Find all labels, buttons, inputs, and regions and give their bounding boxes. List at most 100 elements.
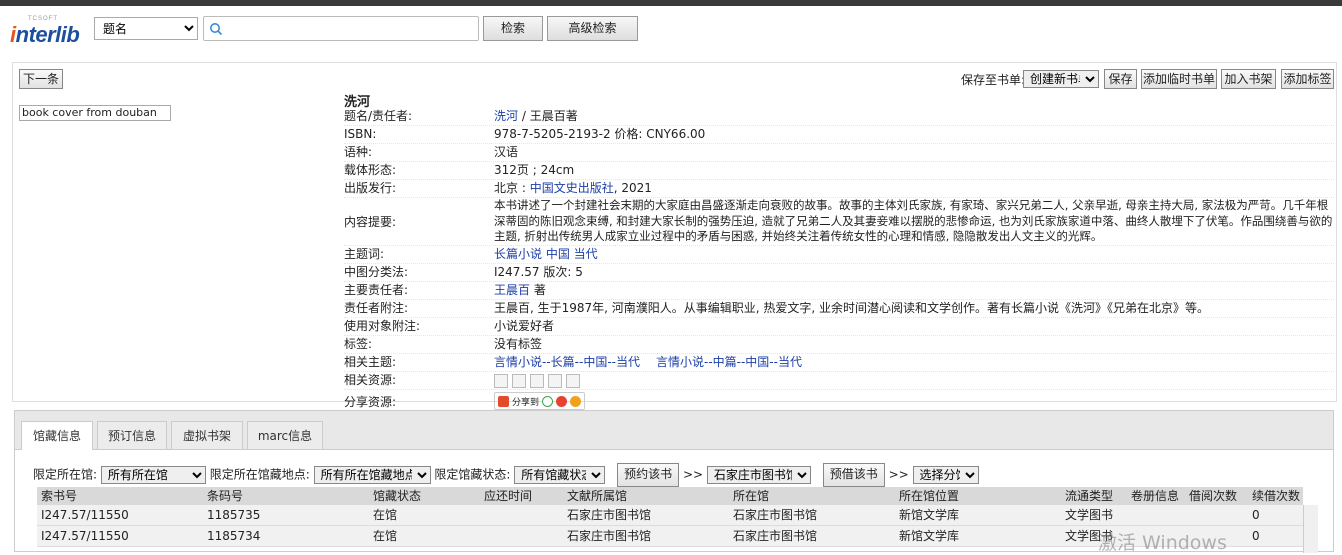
field-label: 标签:: [344, 337, 373, 351]
resource-image-icon[interactable]: [494, 373, 508, 388]
filter-lib-label: 限定所在馆:: [33, 467, 98, 482]
location: 新馆文学库: [899, 508, 960, 522]
column-header: 文献所属馆: [567, 489, 628, 503]
resource-image-icon[interactable]: [566, 373, 580, 388]
field-label: ISBN:: [344, 127, 377, 141]
tab-marc[interactable]: marc信息: [247, 421, 323, 449]
field-row-classification: 中图分类法: I247.57 版次: 5: [344, 264, 1334, 282]
summary-text: 本书讲述了一个封建社会末期的大家庭由昌盛逐渐走向衰败的故事。故事的主体刘氏家族,…: [494, 198, 1333, 243]
interlib-logo[interactable]: TCSOFT interlib: [10, 16, 90, 52]
related-subject-link-2[interactable]: 言情小说--中篇--中国--当代: [656, 355, 802, 369]
book-detail-panel: 下一条 保存至书单: 创建新书单 保存 添加临时书单 加入书架 添加标签 boo…: [12, 62, 1337, 413]
filter-status-label: 限定馆藏状态:: [434, 467, 511, 482]
publisher-link[interactable]: 中国文史出版社: [530, 181, 614, 195]
booklist-select[interactable]: 创建新书单: [1023, 70, 1099, 88]
reserve-button[interactable]: 预约该书: [617, 463, 680, 487]
book-cover-image: book cover from douban: [19, 105, 171, 121]
related-subject-link-1[interactable]: 言情小说--长篇--中国--当代: [494, 355, 640, 369]
field-row-publisher: 出版发行: 北京 : 中国文史出版社, 2021: [344, 180, 1334, 198]
field-row-related-resource: 相关资源:: [344, 372, 1334, 390]
holdings-filter-bar: 限定所在馆: 所有所在馆 限定所在馆藏地点: 所有所在馆藏地点 限定馆藏状态: …: [33, 463, 979, 487]
volume-info: [1127, 505, 1185, 525]
cover-alt-text: book cover from douban: [22, 106, 157, 119]
search-button[interactable]: 检索: [483, 16, 543, 41]
field-value: I247.57 版次: 5: [494, 265, 583, 279]
resource-image-icon[interactable]: [548, 373, 562, 388]
author-link[interactable]: 王晨百: [494, 283, 530, 297]
holding-status: 在馆: [373, 508, 398, 522]
field-value: 978-7-5205-2193-2 价格: CNY66.00: [494, 127, 706, 141]
resource-image-icon[interactable]: [530, 373, 544, 388]
table-scrollbar[interactable]: [1303, 505, 1318, 553]
barcode: 1185734: [207, 529, 261, 543]
book-fields: 题名/责任者: 洗河 / 王晨百著 ISBN: 978-7-5205-2193-2 …: [344, 108, 1334, 413]
subject-link[interactable]: 长篇小说 中国 当代: [494, 246, 1334, 263]
search-input[interactable]: [203, 16, 479, 41]
filter-status-select[interactable]: 所有馆藏状态: [514, 466, 606, 484]
search-icon: [210, 23, 223, 36]
tab-virtual-shelf[interactable]: 虚拟书架: [171, 421, 243, 449]
share-label: 分享到: [512, 397, 540, 408]
weibo-icon[interactable]: [556, 395, 568, 407]
call-number: I247.57/11550: [41, 508, 129, 522]
field-value: 汉语: [494, 145, 519, 159]
field-label: 载体形态:: [344, 163, 397, 177]
owning-library: 石家庄市图书馆: [567, 529, 652, 543]
save-button[interactable]: 保存: [1104, 69, 1137, 89]
share-plus-icon: [498, 395, 509, 407]
renew-count: 0: [1252, 508, 1260, 522]
table-header: 索书号 条码号 馆藏状态 应还时间 文献所属馆 所在馆 所在馆位置 流通类型 卷…: [37, 487, 1303, 505]
table-row: I247.57/11550 1185735 在馆 石家庄市图书馆 石家庄市图书馆…: [37, 505, 1303, 526]
column-header: 所在馆: [733, 489, 770, 503]
header: TCSOFT interlib 题名 检索 高级检索: [0, 6, 1342, 58]
field-row-related-subject: 相关主题: 言情小说--长篇--中国--当代 言情小说--中篇--中国--当代: [344, 354, 1334, 372]
barcode: 1185735: [207, 508, 261, 522]
author-role: 著: [530, 283, 546, 297]
field-label: 相关主题:: [344, 355, 397, 369]
field-label: 主题词:: [344, 247, 385, 261]
tab-reservation[interactable]: 预订信息: [97, 421, 167, 449]
next-record-button[interactable]: 下一条: [19, 69, 63, 89]
add-to-shelf-button[interactable]: 加入书架: [1221, 69, 1276, 89]
share-widget[interactable]: 分享到: [494, 392, 586, 410]
field-value: 没有标签: [494, 337, 543, 351]
column-header: 所在馆位置: [899, 489, 960, 503]
holding-status: 在馆: [373, 529, 398, 543]
logo-word: interlib: [10, 22, 80, 48]
tab-holdings[interactable]: 馆藏信息: [21, 421, 93, 450]
field-row-language: 语种: 汉语: [344, 144, 1334, 162]
column-header: 馆藏状态: [373, 489, 422, 503]
owning-library: 石家庄市图书馆: [567, 508, 652, 522]
add-tag-button[interactable]: 添加标签: [1281, 69, 1334, 89]
column-header: 流通类型: [1065, 489, 1114, 503]
filter-location-select[interactable]: 所有所在馆藏地点: [313, 466, 431, 484]
field-value: [494, 372, 1334, 389]
current-library: 石家庄市图书馆: [733, 529, 818, 543]
windows-activation-watermark: 激活 Windows: [1098, 532, 1227, 554]
field-label: 语种:: [344, 145, 373, 159]
wechat-icon[interactable]: [542, 395, 554, 407]
field-label: 分享资源:: [344, 394, 397, 409]
qzone-icon[interactable]: [570, 395, 582, 407]
branch-select[interactable]: 选择分馆: [912, 466, 979, 484]
preborrow-button[interactable]: 预借该书: [822, 463, 885, 487]
arrow-text: >>: [682, 467, 704, 482]
field-value: 王晨百 著: [494, 282, 1334, 299]
field-label: 内容提要:: [344, 215, 397, 229]
field-row-audience: 使用对象附注: 小说爱好者: [344, 318, 1334, 336]
arrow-text: >>: [888, 467, 909, 482]
filter-lib-select[interactable]: 所有所在馆: [100, 466, 206, 484]
due-date: [480, 526, 563, 546]
reserve-library-select[interactable]: 石家庄市图书馆: [706, 466, 811, 484]
search-field-select[interactable]: 题名: [94, 17, 198, 40]
field-row-isbn: ISBN: 978-7-5205-2193-2 价格: CNY66.00: [344, 126, 1334, 144]
renew-count: 0: [1252, 529, 1260, 543]
title-link[interactable]: 洗河: [494, 109, 518, 123]
publish-year: , 2021: [613, 181, 652, 195]
column-header: 续借次数: [1252, 489, 1301, 503]
field-row-format: 载体形态: 312页 ; 24cm: [344, 162, 1334, 180]
resource-image-icon[interactable]: [512, 373, 526, 388]
add-temp-list-button[interactable]: 添加临时书单: [1141, 69, 1217, 89]
field-label: 相关资源:: [344, 373, 397, 387]
advanced-search-button[interactable]: 高级检索: [547, 16, 638, 41]
